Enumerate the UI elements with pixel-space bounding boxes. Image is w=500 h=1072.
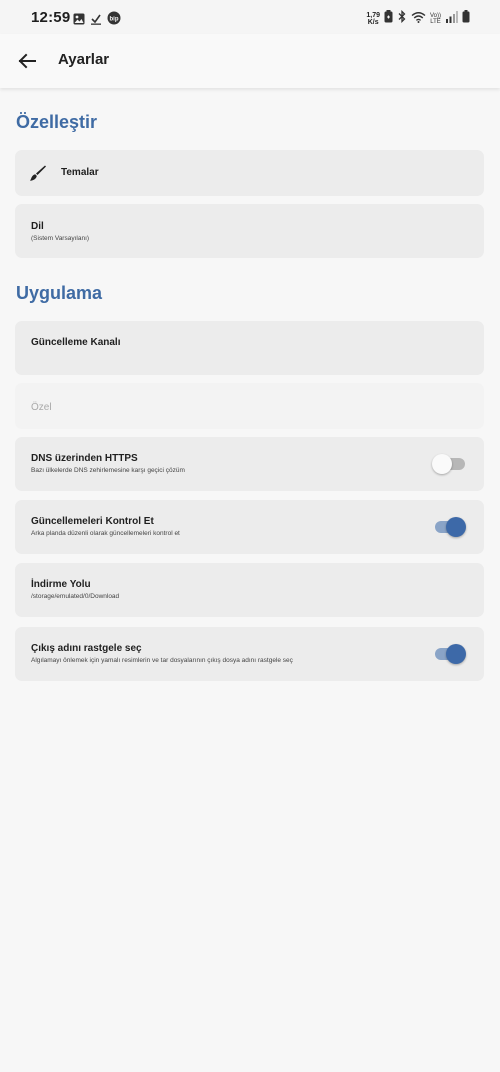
- update-channel-setting[interactable]: Güncelleme Kanalı: [15, 321, 484, 375]
- dns-https-setting[interactable]: DNS üzerinden HTTPS Bazı ülkelerde DNS z…: [15, 437, 484, 491]
- network-speed: 1,79 K/s: [366, 12, 380, 26]
- download-path-setting[interactable]: İndirme Yolu /storage/emulated/0/Downloa…: [15, 563, 484, 617]
- check-updates-toggle[interactable]: [435, 516, 467, 538]
- check-updates-setting[interactable]: Güncellemeleri Kontrol Et Arka planda dü…: [15, 500, 484, 554]
- volte-icon: Vo)) LTE: [430, 13, 441, 25]
- back-button[interactable]: [15, 49, 39, 73]
- themes-label: Temalar: [61, 167, 99, 178]
- download-done-icon: [90, 12, 102, 30]
- language-value: (Sistem Varsayılanı): [31, 235, 90, 242]
- custom-channel-setting: Özel: [15, 383, 484, 429]
- toggle-thumb: [432, 454, 452, 474]
- random-output-label: Çıkış adını rastgele seç: [31, 643, 142, 654]
- check-updates-description: Arka planda düzenli olarak güncellemeler…: [31, 530, 180, 537]
- themes-setting[interactable]: Temalar: [15, 150, 484, 196]
- battery-icon: [462, 10, 470, 28]
- language-setting[interactable]: Dil (Sistem Varsayılanı): [15, 204, 484, 258]
- toggle-thumb: [446, 517, 466, 537]
- gallery-icon: [73, 12, 85, 30]
- arrow-left-icon[interactable]: [15, 53, 39, 77]
- custom-channel-label: Özel: [31, 402, 52, 413]
- download-path-label: İndirme Yolu: [31, 579, 91, 590]
- random-output-toggle[interactable]: [435, 643, 467, 665]
- signal-icon: [445, 10, 458, 28]
- network-speed-unit: K/s: [367, 19, 379, 26]
- bip-app-icon: bip: [107, 11, 121, 30]
- status-bar: 12:59 bip 1,79 K/s Vo)) LTE: [0, 0, 500, 34]
- network-speed-value: 1,79: [366, 12, 380, 19]
- status-time: 12:59: [31, 9, 71, 26]
- dns-https-label: DNS üzerinden HTTPS: [31, 453, 138, 464]
- wifi-icon: [411, 10, 426, 28]
- section-header-application: Uygulama: [16, 283, 103, 303]
- battery-saver-icon: [384, 10, 393, 28]
- toggle-thumb: [446, 644, 466, 664]
- random-output-setting[interactable]: Çıkış adını rastgele seç Algılamayı önle…: [15, 627, 484, 681]
- status-notification-icons: bip: [73, 11, 121, 30]
- dns-https-toggle[interactable]: [432, 453, 467, 475]
- volte-bottom-label: LTE: [430, 19, 441, 25]
- update-channel-label: Güncelleme Kanalı: [31, 337, 121, 348]
- random-output-description: Algılamayı önlemek için yamalı resimleri…: [31, 657, 293, 664]
- language-label: Dil: [31, 221, 44, 232]
- bluetooth-icon: [397, 9, 407, 28]
- paint-brush-icon: [29, 164, 47, 187]
- app-bar: Ayarlar: [0, 34, 500, 88]
- dns-https-description: Bazı ülkelerde DNS zehirlemesine karşı g…: [31, 467, 185, 474]
- check-updates-label: Güncellemeleri Kontrol Et: [31, 516, 154, 527]
- bip-label: bip: [110, 16, 119, 22]
- download-path-value: /storage/emulated/0/Download: [31, 593, 120, 600]
- section-header-customize: Özelleştir: [16, 112, 98, 132]
- status-system-icons: 1,79 K/s Vo)) LTE: [366, 9, 470, 28]
- page-title: Ayarlar: [58, 51, 110, 68]
